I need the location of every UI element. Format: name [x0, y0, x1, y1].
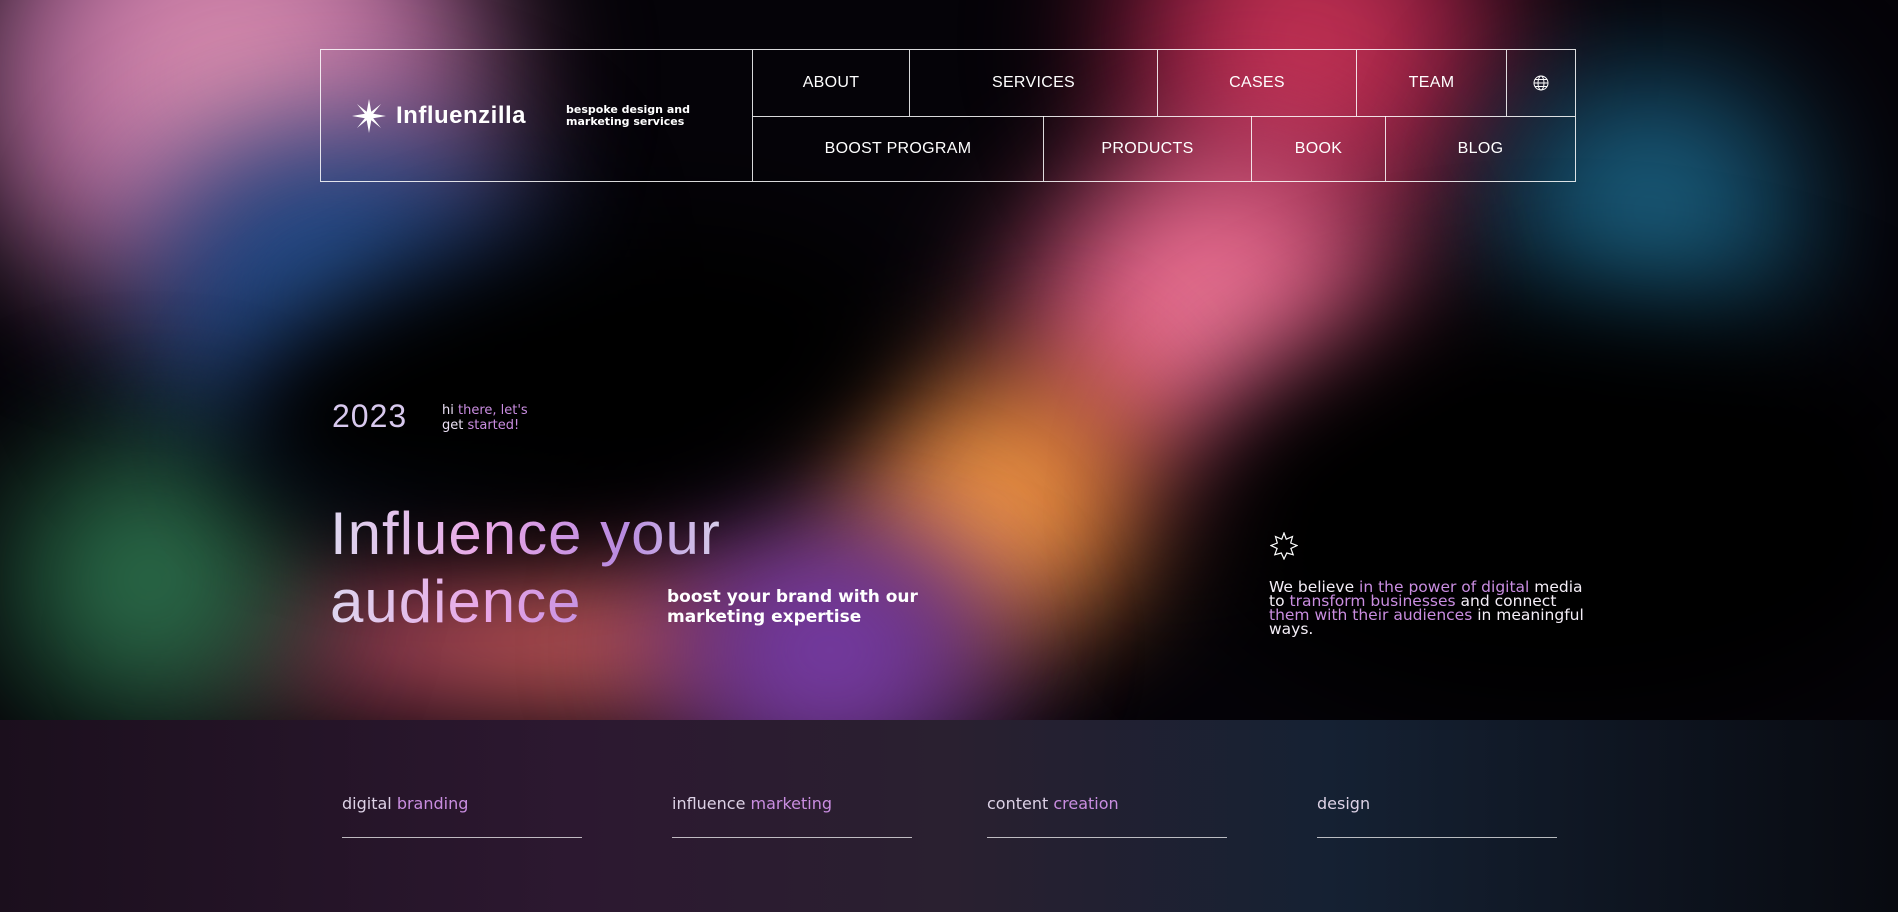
greeting: hi there, let's get started!	[442, 403, 528, 433]
nav-about[interactable]: ABOUT	[753, 50, 910, 116]
globe-icon	[1533, 75, 1549, 91]
year-label: 2023	[332, 398, 408, 434]
sparkle-logo-icon	[352, 98, 386, 133]
nav-cases[interactable]: CASES	[1158, 50, 1357, 116]
service-digital-branding[interactable]: digital branding	[342, 794, 582, 838]
brand-name: Influenzilla	[396, 101, 527, 129]
service-content-creation[interactable]: content creation	[987, 794, 1227, 838]
starburst-icon	[1270, 532, 1298, 560]
headline-line-2: audience	[330, 568, 582, 635]
brand[interactable]: Influenzilla bespoke design and marketin…	[321, 50, 753, 181]
nav-blog[interactable]: BLOG	[1386, 116, 1575, 181]
hero-headline: Influence your audience	[330, 500, 721, 636]
nav-products[interactable]: PRODUCTS	[1044, 116, 1252, 181]
service-influence-marketing[interactable]: influence marketing	[672, 794, 912, 838]
brand-tagline: bespoke design and marketing services	[566, 102, 690, 128]
nav-services[interactable]: SERVICES	[910, 50, 1158, 116]
nav-boost-program[interactable]: BOOST PROGRAM	[753, 116, 1044, 181]
service-design[interactable]: design	[1317, 794, 1557, 838]
hero-subheadline: boost your brand with our marketing expe…	[667, 587, 918, 627]
nav-team[interactable]: TEAM	[1357, 50, 1507, 116]
headline-line-1: Influence your	[330, 500, 721, 567]
site-header: Influenzilla bespoke design and marketin…	[320, 49, 1576, 182]
services-band	[0, 720, 1898, 912]
nav-book[interactable]: BOOK	[1252, 116, 1386, 181]
language-button[interactable]	[1507, 50, 1575, 116]
nav-row-1: ABOUT SERVICES CASES TEAM	[753, 50, 1575, 117]
belief-statement: We believe in the power of digital media…	[1269, 578, 1584, 638]
nav-row-2: BOOST PROGRAM PRODUCTS BOOK BLOG	[753, 116, 1575, 181]
